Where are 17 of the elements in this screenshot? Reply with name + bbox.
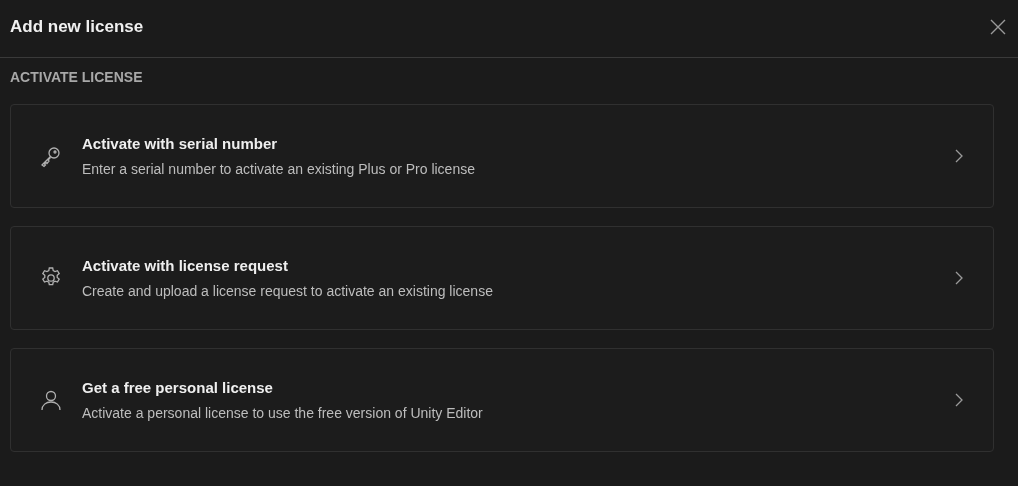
- option-title: Get a free personal license: [82, 379, 274, 396]
- option-title: Activate with license request: [82, 257, 289, 274]
- option-title: Activate with serial number: [82, 135, 279, 152]
- license-option[interactable]: Activate with serial number Enter a serial number to activate an existing Plus or Pro license: [10, 104, 994, 208]
- person-icon: [39, 388, 63, 412]
- chevron-icon: [955, 149, 963, 163]
- key-icon: [39, 144, 63, 168]
- license-option[interactable]: Get a free personal license Activate a personal license to use the free version of Unity Editor: [10, 348, 994, 452]
- close-button[interactable]: [990, 18, 1006, 35]
- section-heading: ACTIVATE LICENSE: [10, 69, 144, 85]
- dialog-title: Add new license: [10, 16, 144, 37]
- license-option[interactable]: Activate with license request Create and upload a license request to activate an existing license: [10, 226, 994, 330]
- option-description: Enter a serial number to activate an existing Plus or Pro license: [82, 161, 476, 177]
- option-description: Activate a personal license to use the free version of Unity Editor: [82, 405, 484, 421]
- chevron-icon: [955, 393, 963, 407]
- chevron-icon: [955, 271, 963, 285]
- option-description: Create and upload a license request to activate an existing license: [82, 283, 494, 299]
